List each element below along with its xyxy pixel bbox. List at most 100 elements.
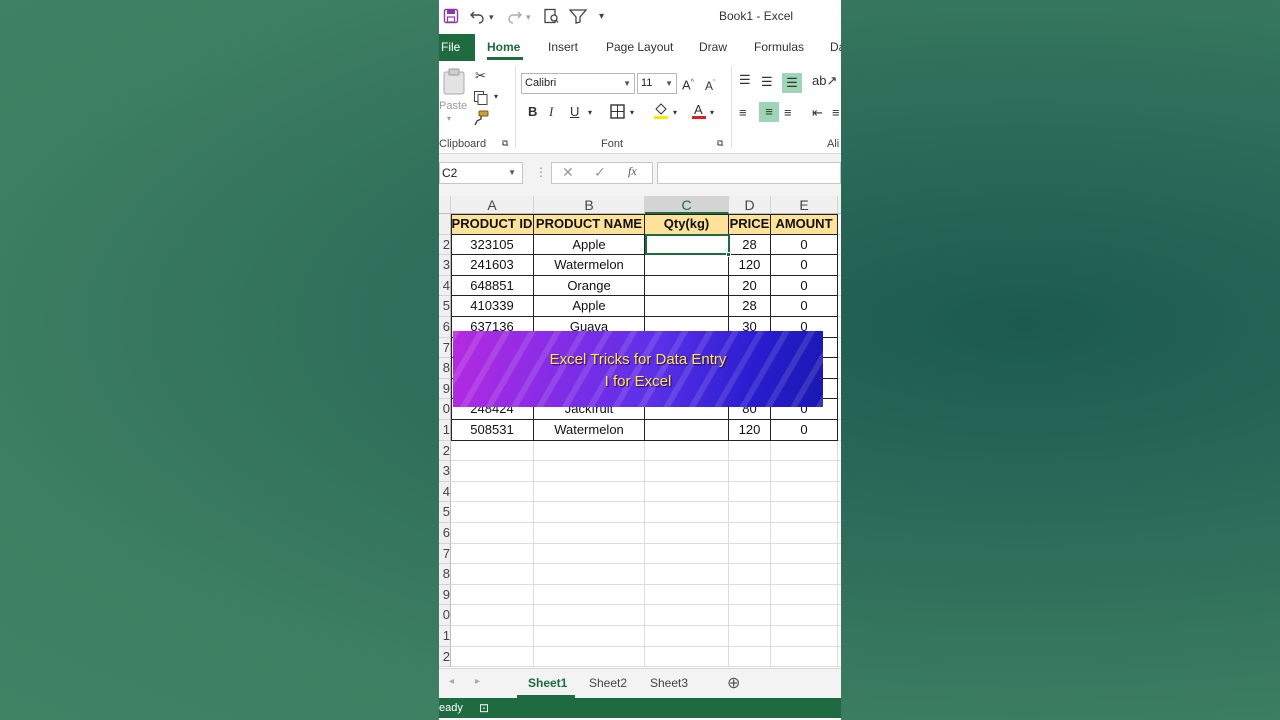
empty-cell[interactable] xyxy=(838,399,841,420)
font-color-dropdown-icon[interactable]: ▾ xyxy=(710,105,714,121)
empty-cell[interactable] xyxy=(838,379,841,400)
empty-cell[interactable] xyxy=(838,647,841,668)
name-box[interactable]: C2 ▼ xyxy=(439,162,523,184)
table-cell[interactable]: 648851 xyxy=(451,275,534,297)
table-header-cell[interactable]: PRODUCT ID xyxy=(451,214,534,235)
empty-cell[interactable] xyxy=(729,564,771,585)
empty-cell[interactable] xyxy=(645,605,729,626)
customize-qat-icon[interactable]: ▾ xyxy=(599,8,604,26)
empty-cell[interactable] xyxy=(729,440,771,462)
table-cell[interactable] xyxy=(645,420,729,441)
row-header[interactable]: 2 xyxy=(439,646,451,668)
empty-cell[interactable] xyxy=(838,296,841,317)
empty-cell[interactable] xyxy=(771,461,838,482)
scroll-right-icon[interactable]: ▸ xyxy=(475,676,480,687)
format-painter-icon[interactable] xyxy=(473,110,489,130)
row-header[interactable]: 8 xyxy=(439,358,451,379)
font-name-combo[interactable]: Calibri ▼ xyxy=(521,73,635,94)
paste-icon[interactable] xyxy=(442,68,466,100)
cancel-icon[interactable]: ✕ xyxy=(562,164,574,181)
orientation-icon[interactable]: ab↗ xyxy=(812,73,837,89)
table-cell[interactable]: 0 xyxy=(771,275,838,297)
empty-cell[interactable] xyxy=(838,482,841,503)
empty-cell[interactable] xyxy=(838,317,841,338)
row-header[interactable]: 5 xyxy=(439,296,451,317)
empty-cell[interactable] xyxy=(534,440,645,462)
undo-icon[interactable] xyxy=(469,8,485,28)
column-header-e[interactable]: E xyxy=(771,196,838,214)
empty-cell[interactable] xyxy=(451,461,534,482)
empty-cell[interactable] xyxy=(645,440,729,462)
empty-cell[interactable] xyxy=(771,605,838,626)
empty-cell[interactable] xyxy=(451,502,534,523)
redo-dropdown-icon[interactable]: ▾ xyxy=(526,8,531,26)
row-header[interactable]: 2 xyxy=(439,234,451,256)
empty-cell[interactable] xyxy=(534,481,645,503)
table-cell[interactable]: 0 xyxy=(771,296,838,317)
empty-cell[interactable] xyxy=(534,523,645,544)
table-cell[interactable] xyxy=(645,234,729,256)
italic-icon[interactable]: I xyxy=(549,104,553,120)
empty-cell[interactable] xyxy=(771,646,838,668)
fill-color-icon[interactable] xyxy=(653,102,669,124)
fill-color-dropdown-icon[interactable]: ▾ xyxy=(673,105,677,121)
redo-icon[interactable] xyxy=(507,8,523,28)
paste-dropdown-icon[interactable]: ▾ xyxy=(447,114,451,123)
accessibility-icon[interactable]: ⊡ xyxy=(479,698,489,718)
empty-cell[interactable] xyxy=(729,646,771,668)
decrease-font-size-icon[interactable]: Aˇ xyxy=(705,76,715,94)
empty-cell[interactable] xyxy=(771,543,838,565)
empty-cell[interactable] xyxy=(451,543,534,565)
tab-home[interactable]: Home xyxy=(487,40,520,54)
empty-cell[interactable] xyxy=(838,235,841,256)
increase-indent-icon[interactable]: ≡ xyxy=(832,105,840,121)
empty-cell[interactable] xyxy=(645,523,729,544)
table-cell[interactable]: 28 xyxy=(729,234,771,256)
empty-cell[interactable] xyxy=(534,584,645,606)
empty-cell[interactable] xyxy=(451,523,534,544)
fill-handle[interactable] xyxy=(726,252,731,257)
empty-cell[interactable] xyxy=(729,481,771,503)
table-cell[interactable]: 0 xyxy=(771,234,838,256)
empty-cell[interactable] xyxy=(645,502,729,523)
table-cell[interactable]: Apple xyxy=(534,234,645,256)
empty-cell[interactable] xyxy=(645,584,729,606)
copy-dropdown-icon[interactable]: ▾ xyxy=(494,92,498,101)
empty-cell[interactable] xyxy=(771,564,838,585)
empty-cell[interactable] xyxy=(838,276,841,297)
empty-cell[interactable] xyxy=(645,543,729,565)
table-header-cell[interactable]: PRODUCT NAME xyxy=(534,214,645,235)
plus-circle-icon[interactable]: ⊕ xyxy=(727,673,740,693)
print-preview-icon[interactable] xyxy=(543,8,559,28)
align-top-icon[interactable]: ☰ xyxy=(739,72,751,88)
underline-icon[interactable]: U xyxy=(570,104,579,120)
empty-cell[interactable] xyxy=(729,605,771,626)
empty-cell[interactable] xyxy=(451,584,534,606)
table-cell[interactable]: Watermelon xyxy=(534,255,645,276)
table-header-cell[interactable]: AMOUNT xyxy=(771,214,838,235)
filter-icon[interactable] xyxy=(568,8,588,28)
row-header[interactable]: 1 xyxy=(439,420,451,441)
row-header[interactable]: 6 xyxy=(439,317,451,338)
empty-cell[interactable] xyxy=(645,481,729,503)
empty-cell[interactable] xyxy=(534,564,645,585)
font-launcher-icon[interactable]: ⧉ xyxy=(717,138,723,149)
row-header[interactable]: 8 xyxy=(439,564,451,585)
empty-cell[interactable] xyxy=(451,646,534,668)
table-cell[interactable]: 508531 xyxy=(451,420,534,441)
empty-cell[interactable] xyxy=(838,564,841,585)
empty-cell[interactable] xyxy=(771,584,838,606)
empty-cell[interactable] xyxy=(729,543,771,565)
empty-cell[interactable] xyxy=(838,461,841,482)
clipboard-launcher-icon[interactable]: ⧉ xyxy=(502,138,508,149)
row-header[interactable]: 7 xyxy=(439,337,451,359)
table-cell[interactable]: 410339 xyxy=(451,296,534,317)
empty-cell[interactable] xyxy=(451,605,534,626)
empty-cell[interactable] xyxy=(838,420,841,441)
empty-cell[interactable] xyxy=(451,481,534,503)
row-header[interactable]: 3 xyxy=(439,461,451,482)
table-header-cell[interactable]: Qty(kg) xyxy=(645,214,729,235)
table-cell[interactable] xyxy=(645,255,729,276)
table-cell[interactable]: 0 xyxy=(771,255,838,276)
empty-cell[interactable] xyxy=(534,605,645,626)
